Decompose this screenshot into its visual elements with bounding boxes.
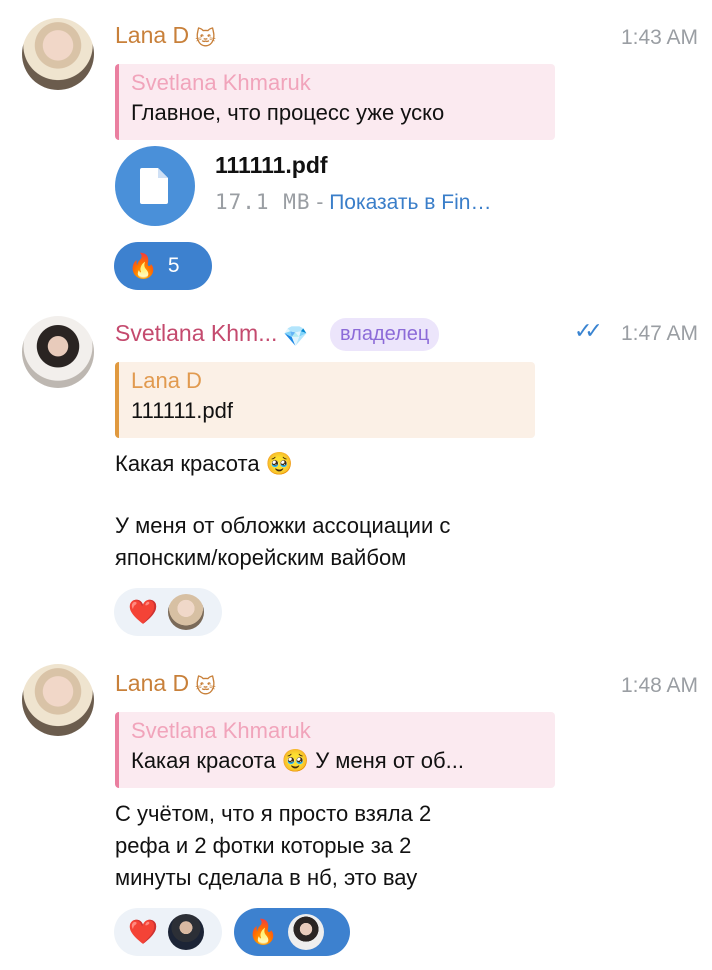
file-size: 17.1 MB	[215, 190, 311, 214]
message-text-line: минуты сделала в нб, это вау	[115, 865, 418, 890]
fire-icon: 🔥	[128, 252, 158, 280]
message-text-line: Какая красота 🥹	[115, 451, 294, 476]
reply-quote[interactable]: Svetlana Khmaruk Главное, что процесс уж…	[115, 64, 555, 140]
message-text-line: рефа и 2 фотки которые за 2	[115, 833, 412, 858]
reply-author: Lana D	[131, 368, 202, 393]
file-attachment-button[interactable]	[115, 146, 195, 226]
timestamp: 1:48 AM	[620, 674, 698, 697]
heart-icon: ❤️	[128, 598, 158, 626]
timestamp: 1:43 AM	[620, 26, 698, 49]
author-name[interactable]: Svetlana Khm... 💎	[115, 320, 308, 349]
reaction-heart[interactable]: ❤️	[114, 588, 222, 636]
cat-emoji-icon: 🐱	[195, 676, 217, 698]
reply-quote[interactable]: Svetlana Khmaruk Какая красота 🥹 У меня …	[115, 712, 555, 788]
show-in-finder-link[interactable]: Показать в Fin…	[329, 191, 491, 214]
reaction-heart[interactable]: ❤️	[114, 908, 222, 956]
reply-author: Svetlana Khmaruk	[131, 70, 311, 95]
message-text-line: У меня от обложки ассоциации с	[115, 513, 451, 538]
author-name[interactable]: Lana D 🐱	[115, 670, 216, 699]
reply-text: Какая красота 🥹 У меня от об...	[131, 748, 464, 773]
cat-emoji-icon: 🐱	[195, 28, 217, 50]
reactor-avatar	[287, 914, 324, 950]
reactor-avatar	[167, 914, 204, 950]
reply-text: Главное, что процесс уже уско	[131, 100, 445, 125]
reply-quote[interactable]: Lana D 111111.pdf	[115, 362, 535, 438]
avatar[interactable]	[22, 316, 94, 388]
reaction-fire[interactable]: 🔥	[234, 908, 350, 956]
owner-badge: владелец	[330, 318, 440, 351]
message-text-line: С учётом, что я просто взяла 2	[115, 801, 432, 826]
file-meta-separator: -	[310, 191, 330, 214]
message-text-line: японским/корейским вайбом	[115, 545, 407, 570]
file-name[interactable]: 111111.pdf	[215, 152, 328, 179]
double-check-icon: ✓✓	[574, 318, 603, 343]
timestamp: 1:47 AM	[620, 322, 698, 345]
reaction-fire[interactable]: 🔥 5	[114, 242, 212, 290]
reply-author: Svetlana Khmaruk	[131, 718, 311, 743]
document-icon	[140, 168, 168, 204]
reply-text: 111111.pdf	[131, 398, 233, 423]
heart-icon: ❤️	[128, 918, 158, 946]
file-meta: 17.1 MB - Показать в Fin…	[215, 190, 491, 215]
avatar[interactable]	[22, 18, 94, 90]
author-name[interactable]: Lana D 🐱	[115, 22, 216, 51]
reaction-count: 5	[167, 254, 180, 277]
diamond-emoji-icon: 💎	[283, 326, 309, 348]
reactor-avatar	[167, 594, 204, 630]
fire-icon: 🔥	[248, 918, 278, 946]
avatar[interactable]	[22, 664, 94, 736]
